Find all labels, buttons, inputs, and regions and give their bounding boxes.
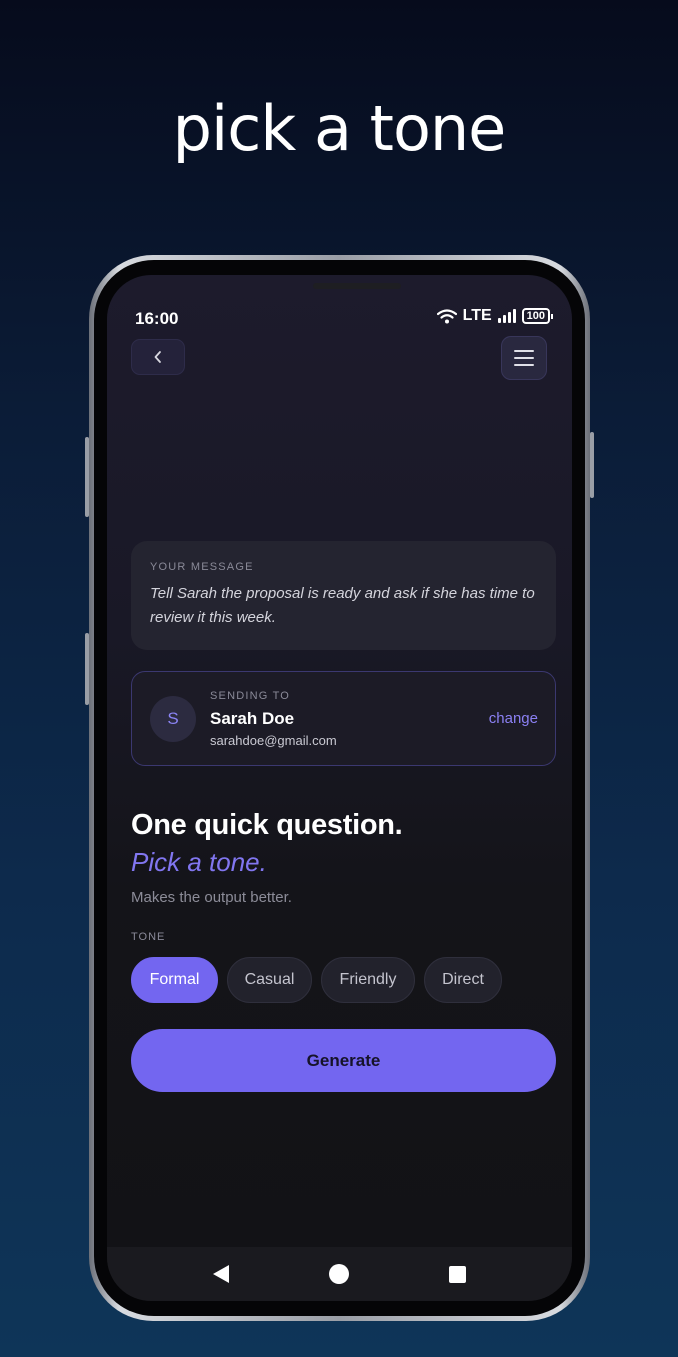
change-recipient-link[interactable]: change: [489, 710, 538, 727]
tone-label: TONE: [131, 931, 166, 943]
wifi-icon: [436, 308, 457, 323]
back-button[interactable]: [131, 339, 185, 375]
nav-back-icon[interactable]: [213, 1265, 229, 1283]
system-nav-bar: [107, 1247, 572, 1301]
chevron-left-icon: [154, 351, 161, 363]
status-time: 16:00: [135, 309, 179, 328]
nav-recents-icon[interactable]: [449, 1265, 466, 1283]
signal-icon: [497, 309, 516, 323]
recipient-card: S SENDING TO Sarah Doe sarahdoe@gmail.co…: [131, 671, 556, 766]
menu-button[interactable]: [501, 336, 547, 380]
recipient-email: sarahdoe@gmail.com: [210, 733, 337, 748]
nav-home-icon[interactable]: [329, 1264, 349, 1284]
recipient-name: Sarah Doe: [210, 709, 295, 728]
tone-chip-direct[interactable]: Direct: [424, 957, 502, 1003]
battery-icon: 100: [521, 308, 554, 324]
network-type: LTE: [462, 307, 492, 324]
avatar: S: [150, 696, 196, 742]
tone-chip-casual[interactable]: Casual: [227, 957, 312, 1003]
question-subtitle: Pick a tone.: [131, 847, 267, 877]
question-hint: Makes the output better.: [131, 889, 292, 906]
earpiece: [313, 283, 401, 289]
tone-chip-group: Formal Casual Friendly Direct: [131, 957, 502, 1003]
generate-button[interactable]: Generate: [131, 1029, 556, 1092]
phone-power-button: [590, 432, 594, 498]
message-card: YOUR MESSAGE Tell Sarah the proposal is …: [131, 541, 556, 650]
question-title: One quick question.: [131, 809, 403, 841]
status-icons: LTE 100: [436, 307, 554, 325]
recipient-label: SENDING TO: [210, 690, 291, 702]
phone-frame: 16:00 LTE 100 YOUR MESSAGE Tell Sarah th…: [89, 255, 590, 1321]
hamburger-menu-icon: [514, 350, 534, 352]
message-label: YOUR MESSAGE: [150, 561, 254, 573]
tone-chip-formal[interactable]: Formal: [131, 957, 218, 1003]
app-screen: 16:00 LTE 100 YOUR MESSAGE Tell Sarah th…: [107, 275, 572, 1301]
message-text: Tell Sarah the proposal is ready and ask…: [150, 585, 535, 626]
tone-chip-friendly[interactable]: Friendly: [321, 957, 415, 1003]
page-headline: pick a tone: [172, 92, 507, 165]
